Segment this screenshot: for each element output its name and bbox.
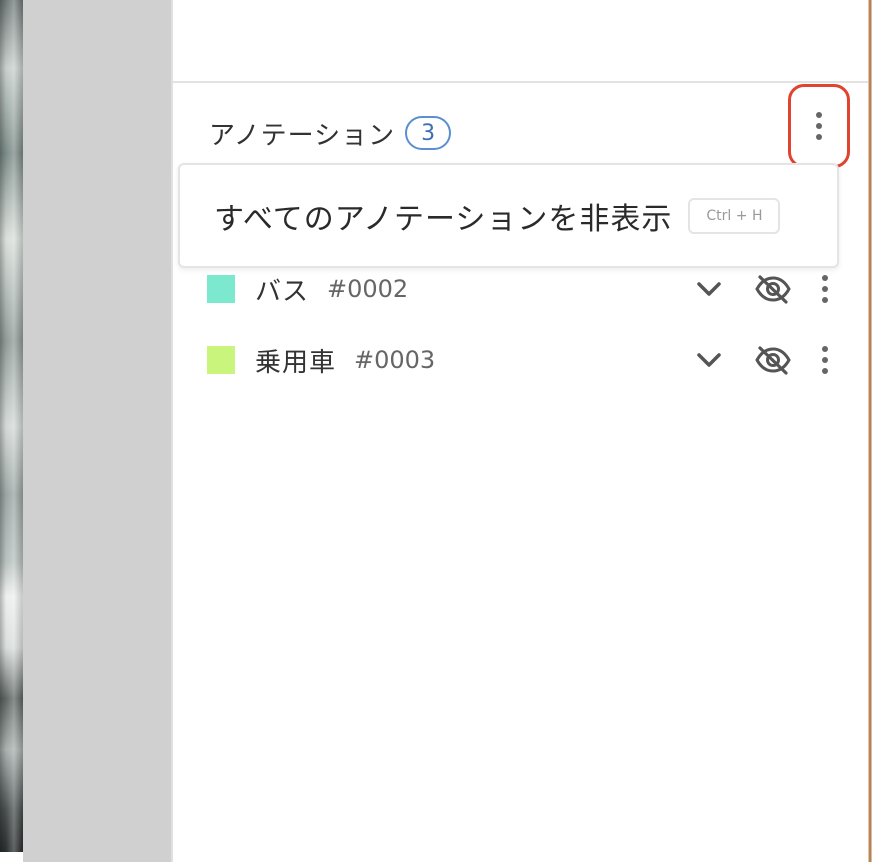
panel-title: アノテーション [209,120,396,151]
canvas-background [23,0,171,862]
chevron-down-icon[interactable] [689,269,729,309]
annotation-panel-menu-button[interactable] [788,84,850,168]
section-divider [173,81,868,83]
image-canvas-strip[interactable] [0,0,23,852]
annotation-class-label: バス [255,276,310,307]
more-vertical-icon[interactable] [813,340,837,380]
menu-item-hide-all-annotations[interactable]: すべてのアノテーションを非表示 Ctrl + H [180,165,837,266]
annotation-list-item[interactable]: 乗用車 #0003 [207,335,837,385]
annotation-count-badge: 3 [405,116,452,150]
annotation-row-actions [689,264,837,314]
eye-off-icon[interactable] [751,340,795,380]
annotation-list-item[interactable]: バス #0002 [207,264,837,314]
menu-item-label: すべてのアノテーションを非表示 [214,201,673,237]
class-color-swatch [207,346,235,374]
annotation-options-dropdown: すべてのアノテーションを非表示 Ctrl + H [178,163,839,268]
annotation-id: #0003 [354,346,436,374]
window-edge [868,0,872,862]
app-root: アノテーション 3 すべてのアノテーションを非表示 Ctrl + H バス #0… [0,0,872,862]
annotation-row-actions [689,335,837,385]
eye-off-icon[interactable] [751,269,795,309]
more-vertical-icon [807,106,831,146]
more-vertical-icon[interactable] [813,269,837,309]
chevron-down-icon[interactable] [689,340,729,380]
annotation-sidebar: アノテーション 3 すべてのアノテーションを非表示 Ctrl + H バス #0… [171,0,868,862]
annotation-class-label: 乗用車 [255,347,337,378]
class-color-swatch [207,275,235,303]
annotation-id: #0002 [327,275,409,303]
keyboard-shortcut-badge: Ctrl + H [688,197,781,234]
annotation-panel-header: アノテーション 3 [209,113,452,153]
